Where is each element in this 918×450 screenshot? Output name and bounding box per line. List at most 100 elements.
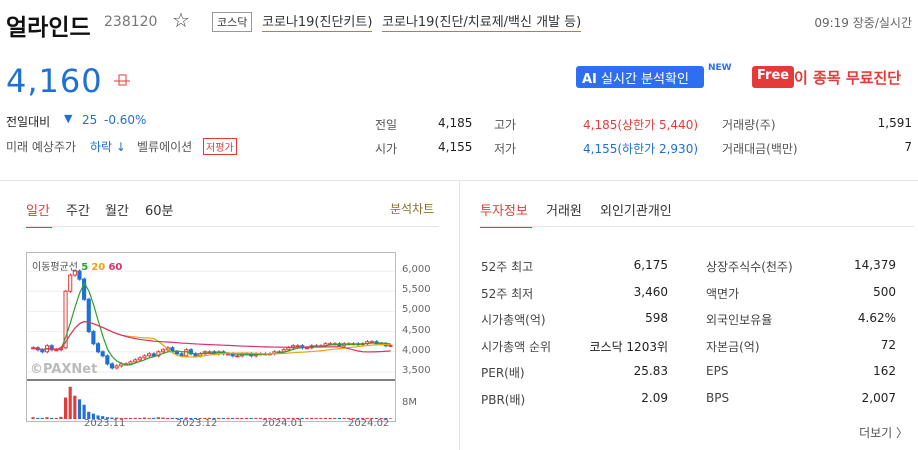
info-left-label: 시가총액 순위: [481, 339, 552, 354]
candle-body: [160, 349, 166, 353]
ma-5-label: 5: [81, 262, 89, 273]
tab-weekly[interactable]: 주간: [66, 200, 90, 219]
tab-60min[interactable]: 60분: [145, 200, 174, 219]
candle-body: [105, 355, 110, 365]
tab-investor-types[interactable]: 외인기관개인: [600, 200, 672, 219]
info-right-value: 14,379: [854, 258, 896, 272]
y-tick-label: 5,000: [402, 304, 431, 316]
candle-body: [179, 353, 184, 357]
stock-code: 238120: [104, 14, 158, 30]
panel-divider: [459, 181, 460, 450]
candle-body: [388, 344, 393, 347]
candle-body: [174, 351, 180, 355]
candle-body: [95, 343, 101, 353]
open-label: 시가: [375, 142, 398, 156]
amount-label: 거래대금(백만): [722, 142, 798, 156]
candle-body: [147, 353, 152, 357]
info-left-label: 52주 최저: [481, 286, 534, 301]
candle-body: [184, 349, 189, 357]
ma-60-label: 60: [108, 262, 123, 273]
candle-body: [100, 351, 105, 357]
ma-legend: 이동평균선 5 20 60: [32, 258, 122, 273]
info-right-label: 자본금(억): [706, 339, 760, 354]
volume-label: 거래량(주): [722, 118, 776, 132]
info-right-label: 외국인보유율: [706, 313, 773, 327]
candle-body: [86, 298, 91, 333]
more-link[interactable]: 더보기 〉: [859, 424, 908, 441]
info-left-label: PBR(배): [481, 392, 526, 407]
new-badge: NEW: [708, 63, 732, 73]
candle-body: [225, 353, 231, 356]
info-right-value: 500: [873, 284, 896, 299]
info-left-label: PER(배): [481, 366, 525, 380]
y-tick-label: 4,500: [402, 324, 431, 336]
x-tick-label: 2023.11: [84, 418, 126, 429]
candle-body: [91, 331, 96, 345]
stock-name: 얼라인드: [6, 15, 91, 41]
info-right-label: 액면가: [706, 286, 740, 301]
volume-bar: [63, 397, 68, 419]
candle-body: [82, 278, 87, 300]
candle-body: [114, 365, 119, 369]
ma-20-label: 20: [91, 262, 106, 273]
market-time: 09:19 장중/실시간: [814, 16, 912, 30]
info-right-value: 4.62%: [857, 311, 896, 325]
tab-monthly[interactable]: 월간: [105, 200, 129, 219]
theme-link-2[interactable]: 코로나19(진단/치료제/백신 개발 등): [382, 11, 582, 32]
info-right-label: BPS: [706, 390, 730, 405]
volume-bar: [77, 399, 82, 419]
high-label: 고가: [494, 118, 517, 132]
market-badge: 코스닥: [212, 12, 253, 32]
ma-legend-label: 이동평균선: [32, 262, 78, 273]
tab-investment-info[interactable]: 투자정보: [480, 200, 528, 219]
candle-body: [128, 361, 133, 365]
info-left-label: 시가총액(억): [481, 313, 546, 327]
valuation-badge: 저평가: [203, 138, 237, 155]
info-right-value: 72: [880, 337, 896, 352]
ai-analysis-button[interactable]: AI 실시간 분석확인: [576, 66, 704, 88]
chart-tabs-border: [26, 226, 439, 227]
price-chart[interactable]: [26, 252, 396, 422]
change-value: 25: [82, 113, 98, 127]
future-label: 미래 예상주가: [6, 140, 77, 154]
candle-body: [235, 355, 240, 358]
free-diagnosis-link[interactable]: 이 종목 무료진단: [794, 67, 901, 88]
change-pct: -0.60%: [104, 113, 147, 127]
free-badge[interactable]: Free: [752, 66, 795, 88]
favorite-star-icon[interactable]: ☆: [172, 8, 190, 32]
volume-value: 1,591: [877, 116, 912, 130]
candle-body: [151, 353, 156, 357]
candle-body: [68, 274, 73, 292]
prev-label: 전일: [375, 118, 398, 132]
change-label: 전일대비: [6, 115, 51, 129]
info-right-label: EPS: [706, 364, 729, 378]
y-tick-label: 5,500: [402, 284, 431, 296]
open-value: 4,155: [438, 140, 473, 154]
price-chart-svg: [27, 269, 395, 419]
info-left-value: 2.09: [641, 390, 668, 405]
analysis-chart-link[interactable]: 분석차트: [390, 200, 434, 217]
x-tick-label: 2023.12: [176, 418, 218, 429]
info-left-value: 25.83: [633, 364, 668, 378]
info-right-value: 162: [873, 364, 896, 378]
candle-body: [207, 351, 212, 354]
x-tick-label: 2024.02: [348, 418, 390, 429]
y-tick-label: 3,500: [402, 364, 431, 376]
ai-label: AI: [582, 72, 597, 87]
ai-text: 실시간 분석확인: [601, 72, 689, 87]
valuation-label: 벨류에이션: [137, 140, 193, 154]
theme-link-1[interactable]: 코로나19(진단키트): [262, 11, 373, 32]
amount-value: 7: [904, 140, 912, 154]
candle-body: [133, 359, 138, 363]
volume-axis-label: 8M: [402, 397, 417, 408]
info-left-value: 6,175: [633, 258, 668, 272]
candle-body: [304, 347, 309, 350]
tab-daily[interactable]: 일간: [26, 200, 50, 219]
volume-bar: [82, 404, 86, 419]
y-tick-label: 4,000: [402, 344, 431, 356]
volume-bar: [73, 395, 77, 419]
candle-body: [142, 355, 147, 359]
low-value: 4,155(하한가 2,930): [583, 142, 699, 156]
current-price: 4,160: [6, 62, 103, 100]
tab-brokers[interactable]: 거래원: [546, 200, 582, 219]
